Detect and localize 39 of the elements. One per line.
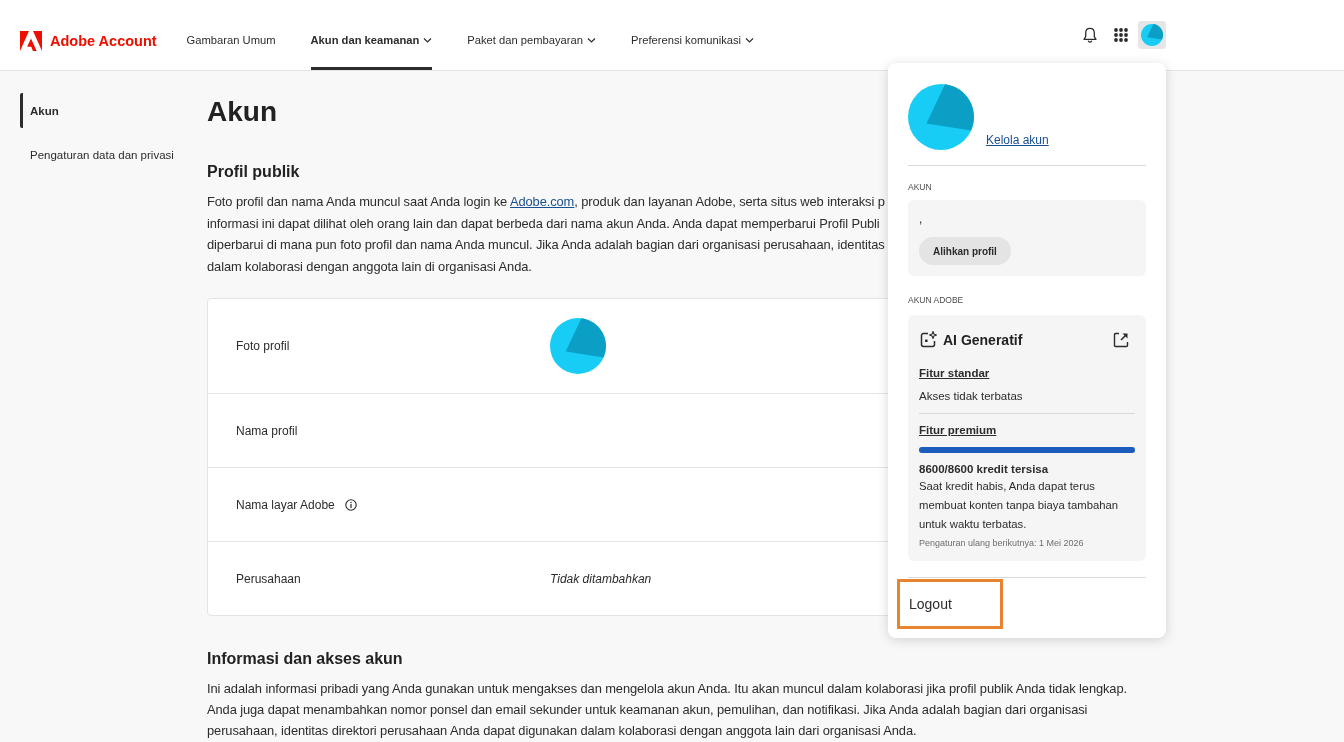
manage-account-link[interactable]: Kelola akun [986, 133, 1049, 147]
section-heading: Profil publik [207, 162, 300, 182]
sidebar-item[interactable]: Pengaturan data dan privasi [20, 137, 174, 172]
row-label: Perusahaan [236, 571, 301, 586]
feature-description: Akses tidak terbatas [919, 389, 1023, 404]
row-label: Nama profil [236, 423, 298, 438]
apps-grid-icon[interactable] [1114, 28, 1128, 42]
nav-tab[interactable]: Gambaran Umum [186, 12, 276, 70]
logo-icon [20, 30, 42, 51]
sparkle-square-icon [919, 331, 937, 349]
credits-remaining: 8600/8600 kredit tersisa [919, 462, 1049, 477]
nav-tab[interactable]: Preferensi komunikasi [631, 12, 755, 70]
section-heading: Informasi dan akses akun [207, 649, 403, 669]
switch-profile-button[interactable]: Alihkan profil [919, 237, 1011, 265]
profile-name: , [919, 212, 923, 226]
feature-link[interactable]: Fitur standar [919, 365, 990, 381]
credits-note: Saat kredit habis, Anda dapat terus membuat konten tanpa biaya tambahan untuk waktu terbatas. [919, 479, 1120, 532]
brand-link[interactable]: Adobe Account [20, 30, 157, 51]
nav-tab[interactable]: Paket dan pembayaran [467, 12, 596, 70]
page-title: Akun [207, 95, 277, 129]
row-value: Tidak ditambahkan [550, 571, 652, 586]
logout-button[interactable]: Logout [897, 579, 1003, 629]
nav-tab[interactable]: Akun dan keamanan [310, 12, 433, 70]
row-label: Nama layar Adobe [236, 497, 335, 512]
profile-photo-avatar [550, 318, 606, 374]
card-title: AI Generatif [943, 332, 1023, 348]
reset-date: Pengaturan ulang berikutnya: 1 Mei 2026 [919, 537, 1084, 550]
external-link-icon[interactable] [1113, 332, 1129, 348]
section-label: AKUN [908, 181, 932, 193]
account-avatar [908, 84, 974, 150]
feature-link[interactable]: Fitur premium [919, 422, 997, 438]
avatar-icon [1141, 24, 1163, 46]
section-label: AKUN ADOBE [908, 294, 964, 306]
account-info-description: Ini adalah informasi pribadi yang Anda gunakan untuk mengakses dan mengelola akun Anda. Itu akan muncul dalam kolaborasi jika profil publik Anda tidak lengkap. Anda juga dapat menambahkan nomor ponsel dan email sekunder untuk keamanan akun, pemulihan, dan notifikasi. Jika Anda adalah bagian dari organisasi perusahaan, identitas direktori perusahaan Anda dapat digunakan dalam kolaborasi dengan anggota lain dari organisasi Anda. [207, 680, 1127, 740]
row-label: Foto profil [236, 339, 290, 353]
info-icon[interactable] [344, 498, 357, 511]
bell-icon[interactable] [1083, 27, 1097, 43]
profile-description: Foto profil dan nama Anda muncul saat Anda login ke Adobe.com, produk dan layanan Adobe, serta situs web interaksi p informasi ini dapat dilihat oleh orang lain dan dapat berbeda dari nama akun Anda. Anda dapat memperbarui Profil Publi diperbarui di mana pun foto profil dan nama Anda muncul. Jika Anda adalah bagian dari organisasi perusahaan, identitas dalam kolaborasi dengan anggota lain di organisasi Anda. [207, 193, 885, 276]
sidebar-item[interactable]: Akun [20, 93, 59, 128]
